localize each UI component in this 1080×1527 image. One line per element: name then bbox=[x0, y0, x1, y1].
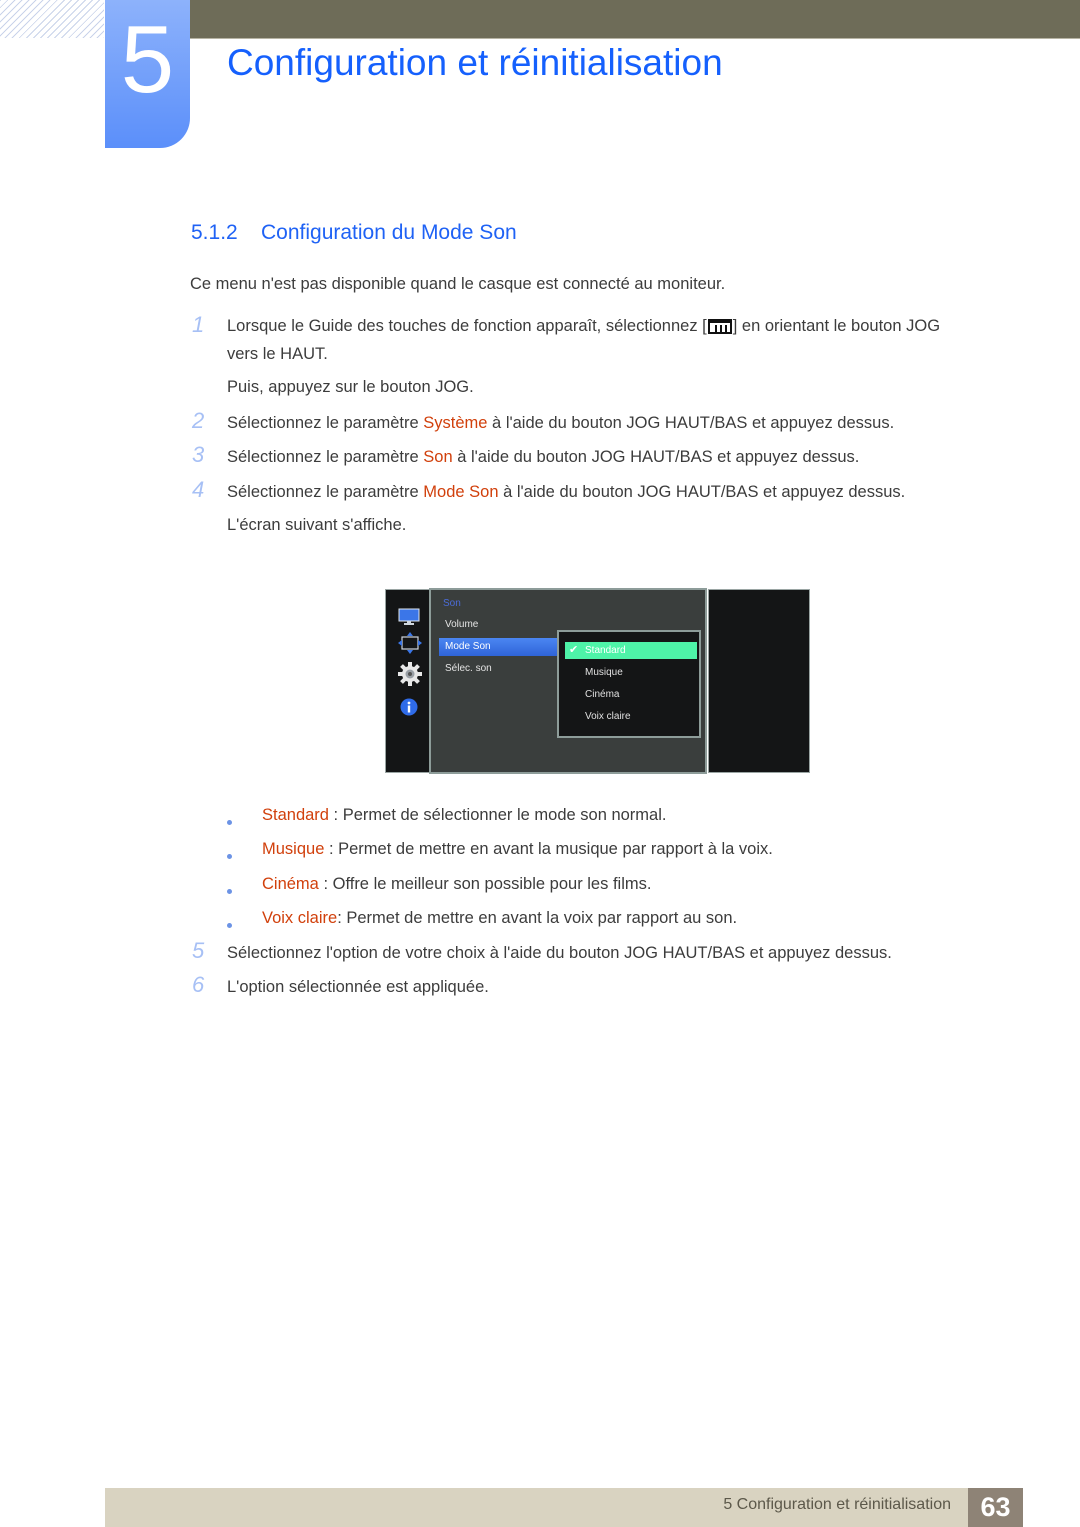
bullet-term: Musique bbox=[262, 840, 325, 858]
step-number: 4 bbox=[192, 477, 205, 502]
monitor-icon bbox=[398, 608, 420, 625]
bullet-icon bbox=[227, 923, 232, 928]
bullet-term: Standard bbox=[262, 806, 329, 824]
osd-icon-bar bbox=[385, 589, 432, 773]
bullet-icon bbox=[227, 820, 232, 825]
section-title: 5.1.2 Configuration du Mode Son bbox=[191, 219, 517, 247]
osd-right-panel bbox=[708, 589, 810, 773]
highlight-term: Mode Son bbox=[423, 483, 499, 501]
step-text: Sélectionnez le paramètre Mode Son à l'a… bbox=[227, 483, 906, 501]
osd-screenshot: Son Volume Mode Son Sélec. son ✔ Standard… bbox=[385, 588, 810, 774]
gear-icon bbox=[398, 662, 422, 686]
step-text: Sélectionnez l'option de votre choix à l… bbox=[227, 944, 892, 962]
step-number: 6 bbox=[192, 972, 205, 997]
step-number: 3 bbox=[192, 442, 205, 467]
step-text: Sélectionnez le paramètre Son à l'aide d… bbox=[227, 448, 860, 466]
osd-option[interactable]: Voix claire bbox=[565, 708, 697, 725]
osd-submenu: ✔ Standard Musique Cinéma Voix claire bbox=[557, 630, 701, 738]
step-number: 1 bbox=[192, 312, 205, 337]
info-icon bbox=[400, 698, 418, 716]
check-icon: ✔ bbox=[569, 644, 579, 656]
osd-option[interactable]: Cinéma bbox=[565, 686, 697, 703]
bullet-item: Standard : Permet de sélectionner le mod… bbox=[262, 806, 667, 824]
step-text: Sélectionnez le paramètre Système à l'ai… bbox=[227, 414, 895, 432]
section-heading: Configuration du Mode Son bbox=[261, 221, 517, 244]
highlight-term: Système bbox=[423, 414, 488, 432]
osd-main-panel: Son Volume Mode Son Sélec. son ✔ Standard… bbox=[429, 588, 707, 774]
decorative-hatch bbox=[0, 0, 104, 38]
section-number: 5.1.2 bbox=[191, 221, 238, 244]
chapter-title: Configuration et réinitialisation bbox=[227, 42, 723, 83]
osd-menu-item-active[interactable]: Mode Son bbox=[439, 638, 557, 656]
osd-option[interactable]: Musique bbox=[565, 664, 697, 681]
resize-arrows-icon bbox=[398, 632, 422, 654]
osd-menu-item[interactable]: Sélec. son bbox=[439, 660, 557, 678]
step-text-continued: L'écran suivant s'affiche. bbox=[227, 516, 407, 534]
header-bar bbox=[190, 0, 1080, 39]
step-text-continued: vers le HAUT. bbox=[227, 345, 328, 363]
intro-note: Ce menu n'est pas disponible quand le ca… bbox=[190, 275, 726, 293]
osd-heading: Son bbox=[443, 598, 461, 609]
step-text: L'option sélectionnée est appliquée. bbox=[227, 978, 489, 996]
footer-chapter-title: 5 Configuration et réinitialisation bbox=[723, 1496, 951, 1513]
bullet-item: Cinéma : Offre le meilleur son possible … bbox=[262, 875, 652, 893]
chapter-number: 5 bbox=[120, 6, 175, 113]
step-number: 2 bbox=[192, 408, 205, 433]
bullet-item: Musique : Permet de mettre en avant la m… bbox=[262, 840, 773, 858]
bullet-term: Cinéma bbox=[262, 875, 319, 893]
step-text-continued: Puis, appuyez sur le bouton JOG. bbox=[227, 378, 474, 396]
bullet-item: Voix claire: Permet de mettre en avant l… bbox=[262, 909, 738, 927]
highlight-term: Son bbox=[423, 448, 453, 466]
bullet-icon bbox=[227, 889, 232, 894]
chapter-tab: 5 bbox=[105, 0, 190, 148]
menu-icon bbox=[707, 319, 732, 334]
step-text: Lorsque le Guide des touches de fonction… bbox=[227, 317, 941, 335]
bullet-icon bbox=[227, 854, 232, 859]
step-number: 5 bbox=[192, 938, 205, 963]
page-number: 63 bbox=[968, 1488, 1023, 1527]
page-footer: 5 Configuration et réinitialisation 63 bbox=[105, 1488, 1023, 1527]
osd-menu-item[interactable]: Volume bbox=[439, 616, 557, 634]
osd-option-selected[interactable]: ✔ Standard bbox=[565, 642, 697, 659]
bullet-term: Voix claire bbox=[262, 909, 338, 927]
